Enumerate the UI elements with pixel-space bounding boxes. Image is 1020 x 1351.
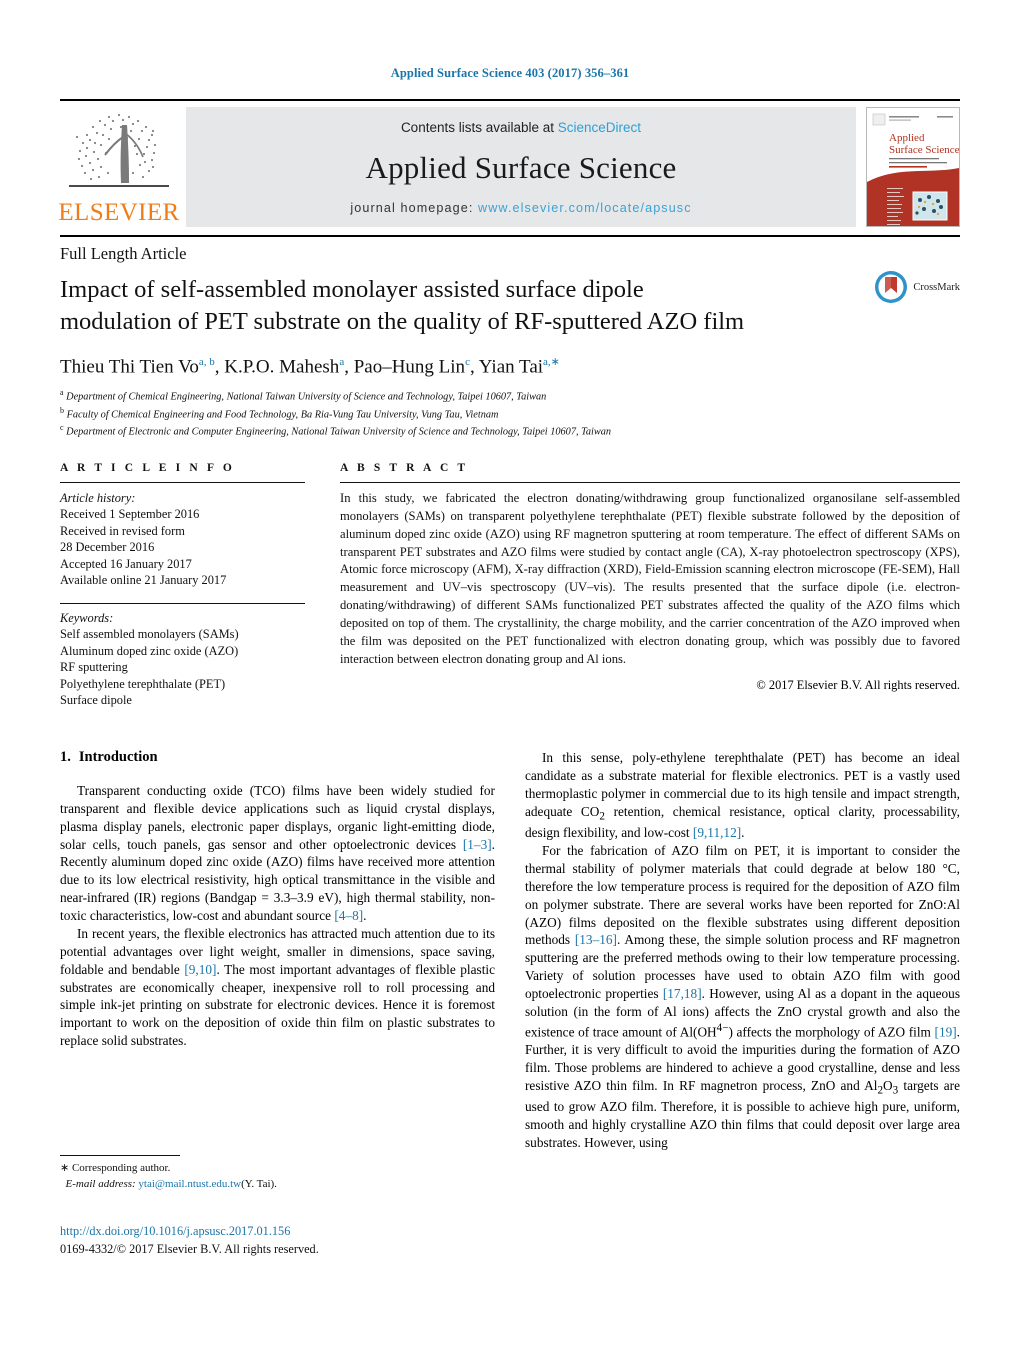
- body-paragraph: In recent years, the flexible electronic…: [60, 925, 495, 1049]
- elsevier-logo: ELSEVIER: [58, 107, 180, 227]
- abstract-rule: [340, 481, 960, 483]
- abstract-column: A B S T R A C T In this study, we fabric…: [305, 462, 960, 709]
- title-top-rule: [60, 235, 960, 237]
- sciencedirect-link[interactable]: ScienceDirect: [558, 120, 641, 135]
- email-suffix: (Y. Tai).: [241, 1177, 277, 1190]
- info-abstract-row: A R T I C L E I N F O Article history: R…: [60, 462, 960, 709]
- email-link[interactable]: ytai@mail.ntust.edu.tw: [138, 1178, 241, 1190]
- footnote-star: ∗: [60, 1162, 70, 1174]
- history-line: Available online 21 January 2017: [60, 573, 227, 588]
- footnote-corresponding-line: ∗ Corresponding author.: [60, 1161, 495, 1177]
- footnote-corresponding-text: Corresponding author.: [71, 1162, 171, 1174]
- email-label: E-mail address:: [65, 1177, 136, 1190]
- journal-homepage-line: journal homepage: www.elsevier.com/locat…: [350, 201, 691, 215]
- right-column-paragraphs: In this sense, poly-ethylene terephthala…: [525, 749, 960, 1152]
- body-paragraph: Transparent conducting oxide (TCO) films…: [60, 782, 495, 924]
- article-type-label: Full Length Article: [60, 244, 187, 263]
- cover-artwork: Applied Surface Science: [867, 108, 959, 226]
- crossmark-label: CrossMark: [913, 281, 960, 293]
- left-column-paragraphs: Transparent conducting oxide (TCO) films…: [60, 782, 495, 1050]
- crossmark-badge[interactable]: CrossMark: [874, 270, 960, 304]
- article-info-heading: A R T I C L E I N F O: [60, 461, 235, 474]
- section-heading-introduction: 1. Introduction: [60, 749, 495, 766]
- affiliation-list: a Department of Chemical Engineering, Na…: [60, 387, 960, 440]
- doi-link[interactable]: http://dx.doi.org/10.1016/j.apsusc.2017.…: [60, 1222, 540, 1240]
- masthead-center-panel: Contents lists available at ScienceDirec…: [186, 107, 856, 227]
- journal-title: Applied Surface Science: [365, 150, 677, 185]
- abstract-text: In this study, we fabricated the electro…: [340, 490, 960, 666]
- journal-homepage-url[interactable]: www.elsevier.com/locate/apsusc: [478, 201, 692, 215]
- running-head: Applied Surface Science 403 (2017) 356–3…: [390, 66, 630, 80]
- body-columns: 1. Introduction Transparent conducting ox…: [60, 749, 960, 1152]
- svg-text:Surface Science: Surface Science: [889, 144, 959, 156]
- keyword-line: Aluminum doped zinc oxide (AZO): [60, 643, 239, 658]
- author-list: Thieu Thi Tien Voa, b, K.P.O. Mahesha, P…: [60, 355, 560, 378]
- history-line: Received in revised form: [60, 523, 185, 538]
- journal-masthead: ELSEVIER Contents lists available at Sci…: [58, 99, 960, 227]
- footnote-email-line: E-mail address: ytai@mail.ntust.edu.tw(Y…: [60, 1177, 495, 1193]
- article-page: Applied Surface Science 403 (2017) 356–3…: [0, 0, 1020, 1351]
- keywords-label: Keywords:: [60, 610, 114, 625]
- crossmark-icon: [875, 271, 908, 303]
- history-line: 28 December 2016: [60, 540, 155, 555]
- article-history-block: Article history: Received 1 September 20…: [60, 490, 305, 589]
- history-line: Accepted 16 January 2017: [60, 556, 192, 571]
- affiliation-line: c Department of Electronic and Computer …: [60, 423, 612, 438]
- contents-prefix: Contents lists available at: [400, 120, 558, 135]
- page-footer: http://dx.doi.org/10.1016/j.apsusc.2017.…: [60, 1222, 540, 1259]
- body-paragraph: For the fabrication of AZO film on PET, …: [525, 843, 960, 1151]
- keyword-line: Surface dipole: [60, 693, 132, 708]
- keyword-line: Self assembled monolayers (SAMs): [60, 627, 239, 642]
- section-title: Introduction: [78, 748, 158, 765]
- history-line: Received 1 September 2016: [60, 507, 200, 522]
- elsevier-wordmark: ELSEVIER: [58, 199, 180, 226]
- body-column-left: 1. Introduction Transparent conducting ox…: [60, 749, 495, 1152]
- contents-lists-line: Contents lists available at ScienceDirec…: [401, 120, 641, 135]
- section-number: 1.: [60, 748, 71, 765]
- keywords-lines: Self assembled monolayers (SAMs) Aluminum…: [60, 626, 305, 709]
- article-history-lines: Received 1 September 2016 Received in rev…: [60, 506, 305, 589]
- body-paragraph: In this sense, poly-ethylene terephthala…: [525, 749, 961, 841]
- article-history-label: Article history:: [60, 490, 136, 505]
- page-title: Impact of self-assembled monolayer assis…: [60, 276, 745, 335]
- body-column-right: In this sense, poly-ethylene terephthala…: [525, 749, 960, 1152]
- journal-cover-thumbnail: Applied Surface Science: [866, 107, 960, 227]
- keyword-line: Polyethylene terephthalate (PET): [60, 676, 226, 691]
- abstract-heading: A B S T R A C T: [340, 461, 469, 474]
- keywords-rule: [60, 602, 305, 604]
- affiliation-line: b Faculty of Chemical Engineering and Fo…: [60, 405, 499, 421]
- footnote-rule: [60, 1155, 180, 1156]
- svg-text:Applied: Applied: [889, 132, 925, 144]
- homepage-prefix: journal homepage:: [350, 201, 479, 215]
- title-block: Full Length Article CrossMark Impact of …: [60, 244, 960, 440]
- corresponding-author-footnote: ∗ Corresponding author. E-mail address: …: [60, 1155, 495, 1193]
- issn-copyright: 0169-4332/© 2017 Elsevier B.V. All right…: [60, 1242, 319, 1257]
- article-info-rule: [60, 481, 305, 483]
- affiliation-line: a Department of Chemical Engineering, Na…: [60, 388, 547, 403]
- article-info-column: A R T I C L E I N F O Article history: R…: [60, 462, 305, 709]
- abstract-copyright: © 2017 Elsevier B.V. All rights reserved…: [756, 677, 960, 692]
- elsevier-tree-icon: [69, 113, 169, 187]
- keyword-line: RF sputtering: [60, 660, 128, 675]
- keywords-block: Keywords: Self assembled monolayers (SAM…: [60, 610, 305, 709]
